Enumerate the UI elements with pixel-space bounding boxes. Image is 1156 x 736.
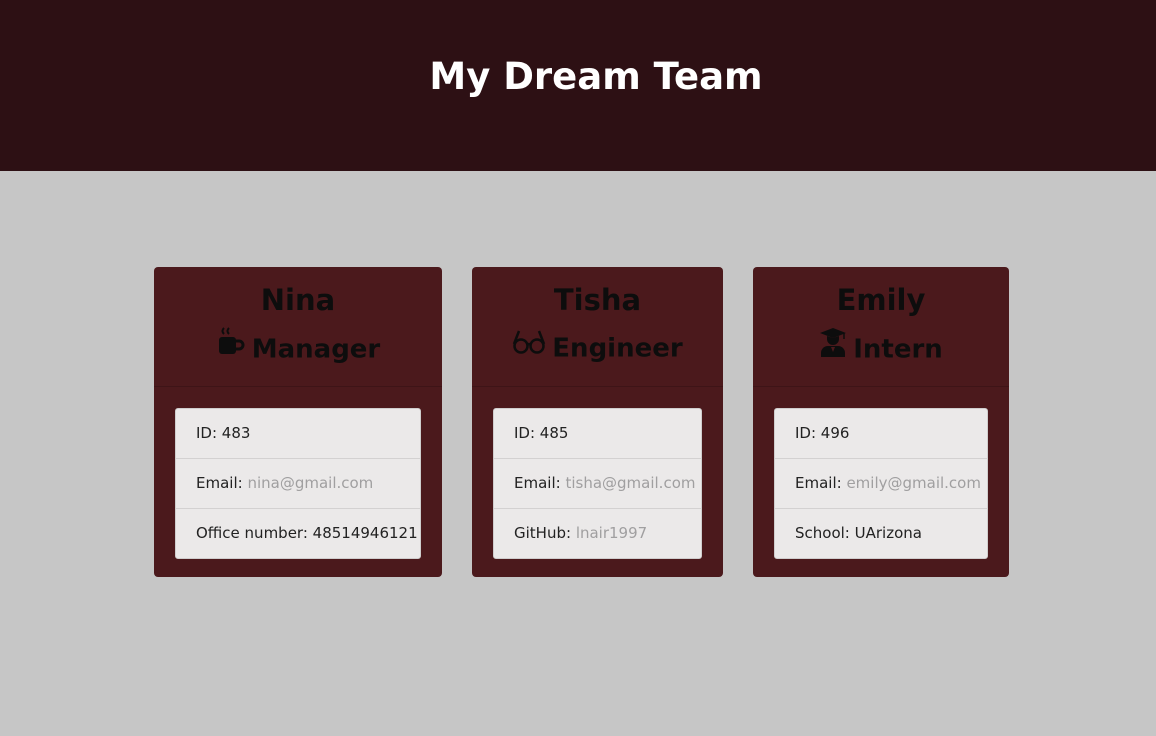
github-username: GitHub: lnair1997 [514, 524, 648, 542]
glasses-icon [512, 327, 546, 365]
email-link[interactable]: tisha@gmail.com [565, 474, 695, 492]
employee-email: Email: emily@gmail.com [775, 459, 987, 509]
email-link[interactable]: nina@gmail.com [247, 474, 373, 492]
employee-details-list: ID: 485 Email: tisha@gmail.com GitHub: l… [493, 408, 702, 559]
employee-name: Tisha [553, 283, 642, 317]
employee-details-list: ID: 496 Email: emily@gmail.com School: U… [774, 408, 988, 559]
coffee-mug-icon [216, 327, 246, 367]
employee-role: Intern [753, 327, 1009, 370]
employee-name: Nina [260, 283, 336, 317]
office-number: Office number: 48514946121 [196, 524, 418, 542]
employee-email: Email: nina@gmail.com [176, 459, 420, 509]
page-title: My Dream Team [429, 55, 763, 98]
employee-email: Email: tisha@gmail.com [494, 459, 701, 509]
graduate-icon [819, 327, 847, 367]
employee-id: ID: 485 [494, 409, 701, 459]
employee-id: ID: 483 [176, 409, 420, 459]
employee-role: Manager [154, 327, 442, 370]
email-link[interactable]: emily@gmail.com [846, 474, 981, 492]
school-name: School: UArizona [795, 524, 922, 542]
page-header: My Dream Team [0, 0, 1156, 171]
employee-details-list: ID: 483 Email: nina@gmail.com Office num… [175, 408, 421, 559]
employee-name: Emily [836, 283, 926, 317]
github-link[interactable]: lnair1997 [576, 524, 647, 542]
employee-role: Engineer [472, 330, 723, 368]
employee-id: ID: 496 [775, 409, 987, 459]
